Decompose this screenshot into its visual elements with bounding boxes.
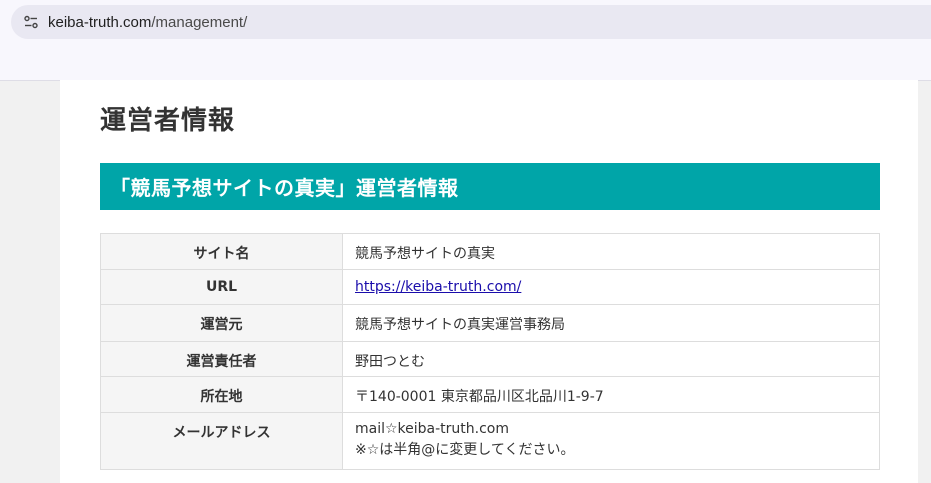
row-label: サイト名 xyxy=(100,233,343,270)
row-value-cell: mail☆keiba-truth.com ※☆は半角@に変更してください。 xyxy=(342,412,880,470)
site-info-icon[interactable] xyxy=(19,10,43,34)
table-row: 運営責任者 野田つとむ xyxy=(100,341,880,377)
row-value: 競馬予想サイトの真実運営事務局 xyxy=(342,304,880,342)
row-value: 競馬予想サイトの真実 xyxy=(342,233,880,270)
table-row: メールアドレス mail☆keiba-truth.com ※☆は半角@に変更して… xyxy=(100,412,880,470)
row-label: メールアドレス xyxy=(100,412,343,470)
browser-toolbar: keiba-truth.com/management/ xyxy=(0,0,931,81)
row-value: 野田つとむ xyxy=(342,341,880,377)
row-label: URL xyxy=(100,269,343,305)
url-host: keiba-truth.com xyxy=(48,14,152,31)
table-row: サイト名 競馬予想サイトの真実 xyxy=(100,233,880,270)
url-path: /management/ xyxy=(151,14,248,31)
section-heading: 「競馬予想サイトの真実」運営者情報 xyxy=(100,163,880,210)
url-text[interactable]: keiba-truth.com/management/ xyxy=(48,14,247,31)
table-row: 運営元 競馬予想サイトの真実運営事務局 xyxy=(100,304,880,342)
email-address: mail☆keiba-truth.com xyxy=(355,421,510,437)
row-label: 運営責任者 xyxy=(100,341,343,377)
operator-info-table: サイト名 競馬予想サイトの真実 URL https://keiba-truth.… xyxy=(100,233,880,470)
address-bar[interactable]: keiba-truth.com/management/ xyxy=(11,5,931,39)
page-content: 運営者情報 「競馬予想サイトの真実」運営者情報 サイト名 競馬予想サイトの真実 … xyxy=(60,80,918,483)
page-title: 運営者情報 xyxy=(100,106,236,136)
row-value: 〒140-0001 東京都品川区北品川1-9-7 xyxy=(342,376,880,413)
table-row: URL https://keiba-truth.com/ xyxy=(100,269,880,305)
row-label: 所在地 xyxy=(100,376,343,413)
site-url-link[interactable]: https://keiba-truth.com/ xyxy=(355,279,521,295)
table-row: 所在地 〒140-0001 東京都品川区北品川1-9-7 xyxy=(100,376,880,413)
email-note: ※☆は半角@に変更してください。 xyxy=(355,442,575,458)
row-label: 運営元 xyxy=(100,304,343,342)
row-value-cell: https://keiba-truth.com/ xyxy=(342,269,880,305)
